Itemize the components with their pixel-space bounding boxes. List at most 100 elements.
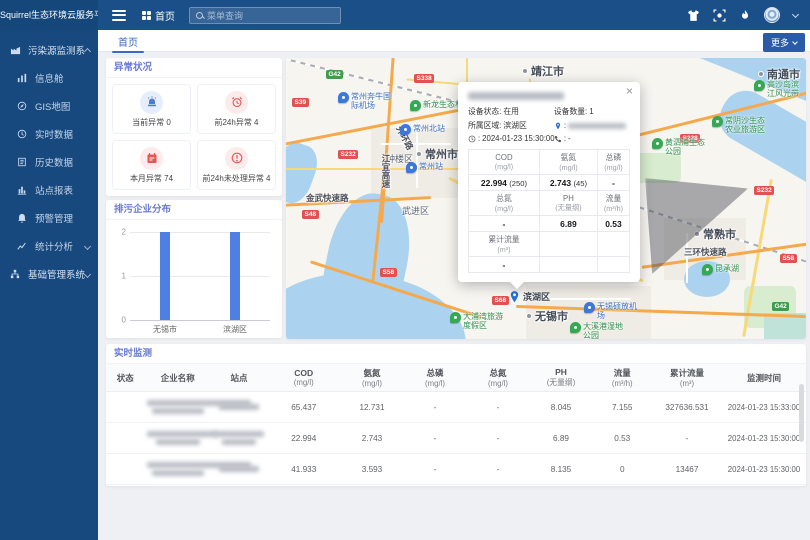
grid-icon [142,11,151,20]
map-poi[interactable]: 常阴沙生态农业旅游区 [712,116,769,134]
map-poi[interactable]: 高沙岛滨江风光带 [754,80,806,98]
y-tick-label: 0 [122,316,126,325]
breadcrumb-home[interactable]: 首页 [142,8,175,23]
gridline [130,320,270,321]
map-poi[interactable]: 黄泗浦生态公园 [652,138,709,156]
screenshot-icon[interactable] [713,9,726,22]
map-poi[interactable]: 昆承湖 [702,264,739,275]
station-name-redacted [468,92,564,100]
cell-value: 2024-01-23 15:33:00 [722,392,806,423]
chevron-down-icon [84,242,91,249]
sidebar-item-history-data[interactable]: 历史数据 [0,148,98,176]
sidebar-item-site-report[interactable]: 站点报表 [0,176,98,204]
map-poi[interactable]: 新龙生态林 [410,100,463,111]
selected-station-marker[interactable]: 滨湖区 [508,290,550,303]
menu-toggle-icon[interactable] [112,7,126,23]
sidebar-item-base-system[interactable]: 基础管理系统 [0,260,98,288]
table-row[interactable]: 41.9333.593--8.1350134672024-01-23 15:30… [106,454,806,485]
road-badge: S68 [492,296,509,305]
cell-value: 65.437 [267,392,341,423]
settings-icon [10,269,23,279]
abnormal-status-panel: 异常状况 当前异常 0前24h异常 4本月异常 74前24h未处理异常 4 [106,58,282,196]
park-pin-icon [450,312,461,323]
y-tick-label: 2 [122,228,126,237]
chevron-down-icon [792,39,798,45]
cell-value: 7.155 [593,392,653,423]
road-badge: S48 [302,210,319,219]
tab-home[interactable]: 首页 [118,34,138,49]
calendar-icon [140,147,163,170]
sidebar-item-info-hub[interactable]: 信息舱 [0,64,98,92]
app-logo: Squirrel生态环境云服务平台 [0,0,98,30]
stat-label: 本月异常 74 [130,173,173,184]
gridline [130,232,270,233]
topbar: Squirrel生态环境云服务平台 首页 菜单查询 [0,0,810,30]
tab-bar: 首页 更多 [98,30,810,52]
map-poi[interactable]: 无锡硕放机场 [584,302,641,320]
cell-value: 22.994 [267,423,341,454]
sidebar-item-alert-manage[interactable]: 预警管理 [0,204,98,232]
search-input[interactable]: 菜单查询 [189,7,341,24]
alert-icon [17,213,30,223]
company-name-redacted [145,454,212,485]
gridline [130,276,270,277]
cell-value: 0 [593,454,653,485]
cell-value: 2024-01-23 15:30:00 [722,454,806,485]
road-badge: S338 [414,74,434,83]
map-road-label: 金武快速路 [306,192,349,204]
bar-chart: 012无锡市滨湖区 [130,232,270,320]
popup-metric-value-row: 22.994 (250)2.743 (45)- [469,175,630,191]
popup-field: 设备数量:1 [554,106,630,117]
cell-value: - [652,423,722,454]
sidebar-item-stats-analysis[interactable]: 统计分析 [0,232,98,260]
sidebar-item-gis-map[interactable]: GIS地图 [0,92,98,120]
clock-icon [17,129,30,139]
table-row[interactable]: 65.43712.731--8.0457.155327636.5312024-0… [106,392,806,423]
flame-icon[interactable] [739,9,751,21]
bar-无锡市 [160,232,170,320]
map-poi[interactable]: 常州站 [406,162,443,173]
exclamation-icon [225,147,248,170]
cell-value: - [467,392,530,423]
cell-value: - [467,454,530,485]
sidebar-item-realtime-data[interactable]: 实时数据 [0,120,98,148]
stat-label: 前24h异常 4 [214,117,258,128]
avatar[interactable] [764,7,780,23]
app: Squirrel生态环境云服务平台 首页 菜单查询 污染源监测系统信息舱GIS地… [0,0,810,540]
bar-滨湖区 [230,232,240,320]
park-pin-icon [754,80,765,91]
stat-card-0[interactable]: 当前异常 0 [112,84,191,134]
map[interactable]: 靖江市南通市常州市无锡市常熟市武进区钟楼区金武快速路三环快速路江宜高速外环路G4… [286,58,806,339]
report-icon [17,185,30,195]
map-poi[interactable]: 大溪港湿地公园 [570,322,627,339]
factory-icon [10,45,23,56]
stat-card-1[interactable]: 前24h异常 4 [197,84,276,134]
stat-card-2[interactable]: 本月异常 74 [112,140,191,190]
enterprise-distribution-panel: 排污企业分布 012无锡市滨湖区 [106,200,282,338]
content: 异常状况 当前异常 0前24h异常 4本月异常 74前24h未处理异常 4 排污… [98,52,810,540]
popup-metric-value-row: -6.890.53 [469,216,630,232]
popup-metric-header-row: 总氮(mg/l)PH(无量纲)流量(m³/h) [469,191,630,216]
theme-shirt-icon[interactable] [687,9,700,22]
history-icon [17,157,30,167]
table-row[interactable]: 22.9942.743--6.890.53-2024-01-23 15:30:0… [106,423,806,454]
close-icon[interactable]: × [626,85,633,97]
map-city-label: 无锡市 [526,308,568,324]
sidebar-item-pollution-system[interactable]: 污染源监测系统 [0,36,98,64]
table-scrollbar[interactable] [799,384,804,442]
compass-icon [17,101,30,111]
map-poi[interactable]: 常州北站 [400,124,445,135]
chevron-up-icon [84,48,91,55]
chevron-down-icon[interactable] [792,10,799,17]
more-button[interactable]: 更多 [763,33,805,52]
map-poi[interactable]: 常州奔牛国际机场 [338,92,395,110]
cell-value: - [404,454,467,485]
popup-metric-header-row: COD(mg/l)氨氮(mg/l)总磷(mg/l) [469,150,630,175]
x-category-label: 滨湖区 [223,324,247,335]
site-name-redacted [211,423,267,454]
location-pin-icon [508,290,521,303]
cell-value: 13467 [652,454,722,485]
map-poi[interactable]: 大浦湾旅游度假区 [450,312,507,330]
stat-card-3[interactable]: 前24h未处理异常 4 [197,140,276,190]
cell-value: 41.933 [267,454,341,485]
